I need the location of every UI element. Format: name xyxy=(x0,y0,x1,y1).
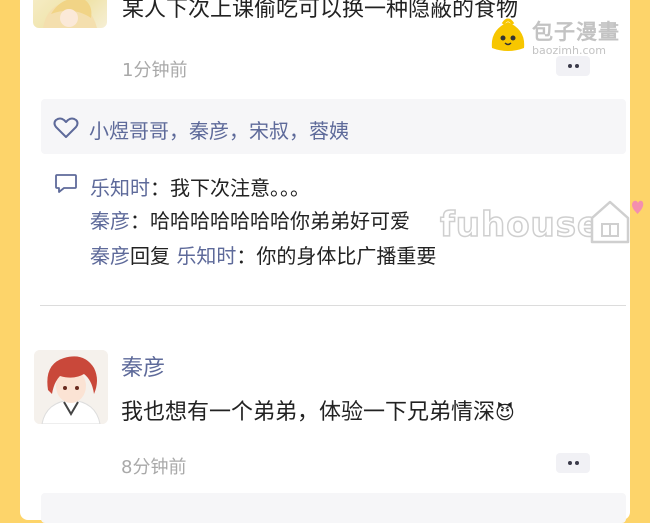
likes-names[interactable]: 小煜哥哥，秦彦，宋叔，蓉姨 xyxy=(89,115,349,144)
post-time: 1分钟前 xyxy=(122,60,188,81)
post-content: 我也想有一个弟弟，体验一下兄弟情深😈 xyxy=(121,400,515,425)
reply-mid: 回复 xyxy=(130,244,177,268)
dot-icon xyxy=(574,461,579,465)
more-button[interactable] xyxy=(556,453,590,473)
comment-icon[interactable] xyxy=(54,173,78,195)
watermark-brand: 包子漫畫 xyxy=(532,20,620,44)
watermark-url: baozimh.com xyxy=(532,44,606,57)
reply-item[interactable]: 乐知时：我下次注意。。。 xyxy=(90,172,310,201)
divider xyxy=(40,305,626,306)
username[interactable]: 秦彦 xyxy=(121,350,165,382)
baozi-logo-icon xyxy=(491,18,525,51)
reply-user[interactable]: 秦彦 xyxy=(90,209,130,233)
reply-user[interactable]: 秦彦 xyxy=(90,244,130,268)
watermark-site: fuhouse xyxy=(439,204,602,246)
reply-text: 哈哈哈哈哈哈哈你弟弟好可爱 xyxy=(150,209,410,233)
reply-text: 我下次注意。。。 xyxy=(170,176,310,200)
dot-icon xyxy=(574,64,579,68)
devil-emoji-icon: 😈 xyxy=(495,402,515,424)
post-time: 8分钟前 xyxy=(121,457,187,478)
reply-text: 你的身体比广播重要 xyxy=(256,244,437,268)
reply-item[interactable]: 秦彦：哈哈哈哈哈哈哈你弟弟好可爱 xyxy=(90,205,410,234)
avatar[interactable] xyxy=(33,0,107,28)
likes-bar: 小煜哥哥，秦彦，宋叔，蓉姨 xyxy=(41,99,626,154)
more-button[interactable] xyxy=(556,56,590,76)
avatar[interactable] xyxy=(34,350,108,424)
heart-icon[interactable] xyxy=(53,117,79,139)
reply-user[interactable]: 乐知时 xyxy=(90,176,150,200)
likes-bar xyxy=(41,493,626,523)
dot-icon xyxy=(567,461,572,465)
reply-item[interactable]: 秦彦回复 乐知时：你的身体比广播重要 xyxy=(90,240,436,269)
post-content: 某人下次上课偷吃可以换一种隐蔽的食物 xyxy=(122,0,519,20)
house-logo-icon xyxy=(590,200,644,244)
reply-target[interactable]: 乐知时 xyxy=(176,244,236,268)
dot-icon xyxy=(567,64,572,68)
